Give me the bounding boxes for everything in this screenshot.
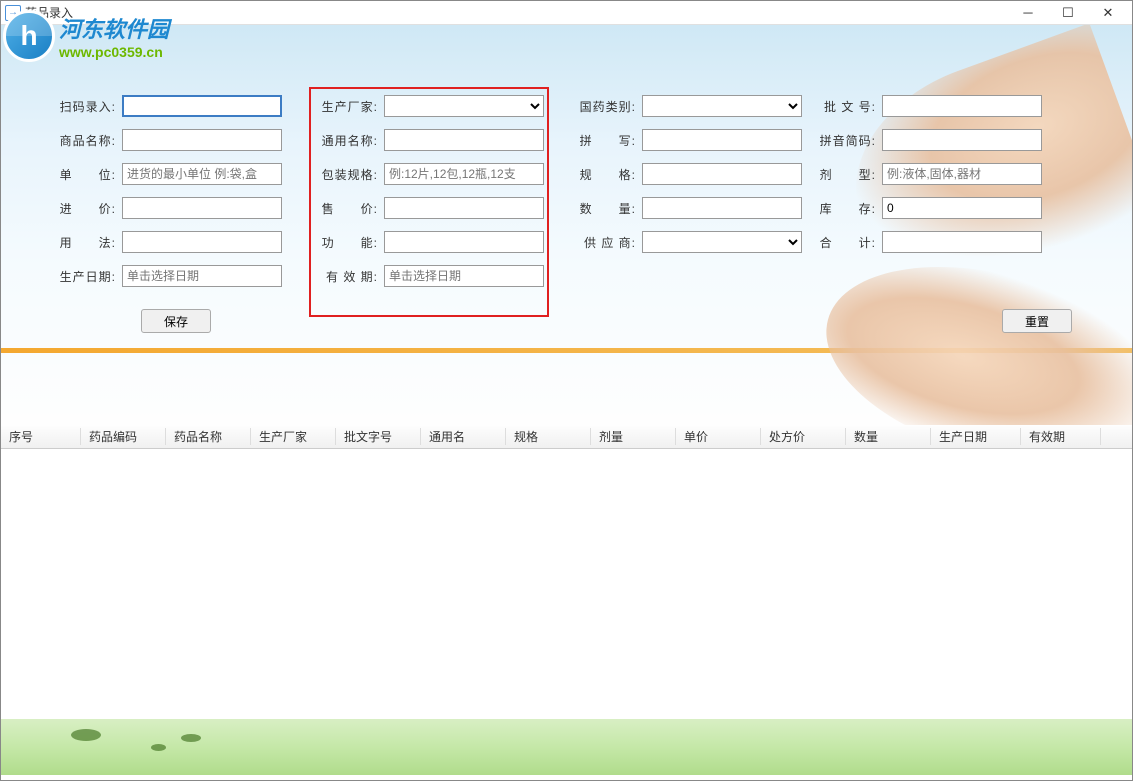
- quantity-label: 数 量:: [576, 200, 636, 217]
- th-manufacturer[interactable]: 生产厂家: [251, 428, 336, 445]
- expiry-date-label: 有 效 期:: [318, 268, 378, 285]
- watermark-title: 河东软件园: [59, 12, 169, 44]
- scan-input-label: 扫码录入:: [56, 98, 116, 115]
- th-qty[interactable]: 数量: [846, 428, 931, 445]
- unit-field[interactable]: [122, 163, 282, 185]
- table-body[interactable]: [1, 449, 1132, 719]
- th-code[interactable]: 药品编码: [81, 428, 166, 445]
- table-header: 序号 药品编码 药品名称 生产厂家 批文字号 通用名 规格 剂量 单价 处方价 …: [1, 425, 1132, 449]
- scan-input-field[interactable]: [122, 95, 282, 117]
- supplier-label: 供 应 商:: [576, 234, 636, 251]
- save-button[interactable]: 保存: [141, 309, 211, 333]
- drug-category-select[interactable]: [642, 95, 802, 117]
- watermark-url: www.pc0359.cn: [59, 44, 169, 60]
- sell-price-field[interactable]: [384, 197, 544, 219]
- th-rx-price[interactable]: 处方价: [761, 428, 846, 445]
- manufacturer-select[interactable]: [384, 95, 544, 117]
- minimize-button[interactable]: ─: [1008, 1, 1048, 25]
- reset-button[interactable]: 重置: [1002, 309, 1072, 333]
- pinyin-short-label: 拼音简码:: [816, 132, 876, 149]
- window-controls: ─ ☐ ✕: [1008, 1, 1128, 25]
- close-button[interactable]: ✕: [1088, 1, 1128, 25]
- stock-field[interactable]: [882, 197, 1042, 219]
- function-field[interactable]: [384, 231, 544, 253]
- production-date-field[interactable]: [122, 265, 282, 287]
- unit-label: 单 位:: [56, 166, 116, 183]
- maximize-button[interactable]: ☐: [1048, 1, 1088, 25]
- th-approval[interactable]: 批文字号: [336, 428, 421, 445]
- usage-field[interactable]: [122, 231, 282, 253]
- manufacturer-label: 生产厂家:: [318, 98, 378, 115]
- pinyin-field[interactable]: [642, 129, 802, 151]
- total-field[interactable]: [882, 231, 1042, 253]
- product-name-field[interactable]: [122, 129, 282, 151]
- spec-field[interactable]: [642, 163, 802, 185]
- footer-decoration: [1, 719, 1132, 775]
- quantity-field[interactable]: [642, 197, 802, 219]
- form-area: 扫码录入: 生产厂家: 国药类别: 批 文 号: 商品名称:: [1, 25, 1132, 425]
- spec-label: 规 格:: [576, 166, 636, 183]
- th-name[interactable]: 药品名称: [166, 428, 251, 445]
- drug-category-label: 国药类别:: [576, 98, 636, 115]
- approval-num-field[interactable]: [882, 95, 1042, 117]
- package-spec-label: 包装规格:: [318, 166, 378, 183]
- th-dosage[interactable]: 剂量: [591, 428, 676, 445]
- stock-label: 库 存:: [816, 200, 876, 217]
- purchase-price-label: 进 价:: [56, 200, 116, 217]
- production-date-label: 生产日期:: [56, 268, 116, 285]
- generic-name-field[interactable]: [384, 129, 544, 151]
- function-label: 功 能:: [318, 234, 378, 251]
- watermark-logo: h: [3, 10, 55, 62]
- usage-label: 用 法:: [56, 234, 116, 251]
- approval-num-label: 批 文 号:: [816, 98, 876, 115]
- pinyin-label: 拼 写:: [576, 132, 636, 149]
- th-spec[interactable]: 规格: [506, 428, 591, 445]
- total-label: 合 计:: [816, 234, 876, 251]
- pinyin-short-field[interactable]: [882, 129, 1042, 151]
- package-spec-field[interactable]: [384, 163, 544, 185]
- generic-name-label: 通用名称:: [318, 132, 378, 149]
- sell-price-label: 售 价:: [318, 200, 378, 217]
- dosage-form-field[interactable]: [882, 163, 1042, 185]
- th-generic[interactable]: 通用名: [421, 428, 506, 445]
- expiry-date-field[interactable]: [384, 265, 544, 287]
- th-seq[interactable]: 序号: [1, 428, 81, 445]
- purchase-price-field[interactable]: [122, 197, 282, 219]
- product-name-label: 商品名称:: [56, 132, 116, 149]
- watermark: h 河东软件园 www.pc0359.cn: [3, 10, 169, 62]
- th-prod-date[interactable]: 生产日期: [931, 428, 1021, 445]
- supplier-select[interactable]: [642, 231, 802, 253]
- th-expiry[interactable]: 有效期: [1021, 428, 1101, 445]
- dosage-form-label: 剂 型:: [816, 166, 876, 183]
- th-price[interactable]: 单价: [676, 428, 761, 445]
- titlebar: → 药品录入 ─ ☐ ✕: [1, 1, 1132, 25]
